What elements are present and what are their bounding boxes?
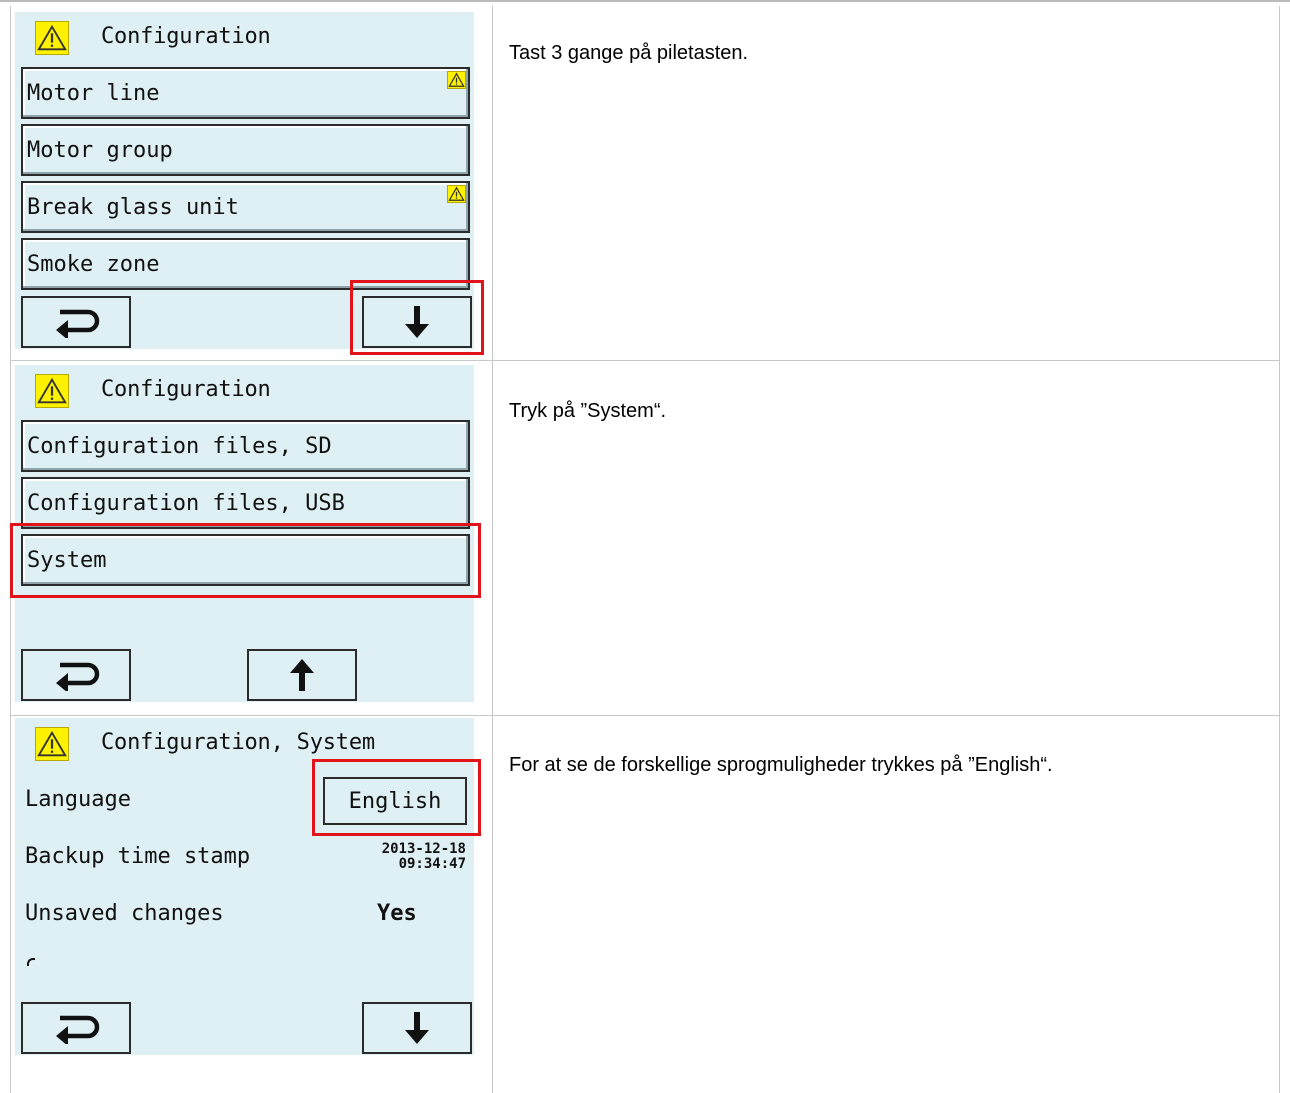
language-label: Language: [25, 787, 131, 812]
warning-icon: [447, 71, 466, 89]
menu-item-system[interactable]: System: [21, 534, 470, 586]
menu-item-label: Motor group: [27, 137, 173, 163]
device-screen-step3: Configuration, System Language English B…: [15, 718, 474, 1055]
language-value: English: [348, 788, 442, 814]
back-button[interactable]: [21, 296, 131, 348]
table-border-right: [1279, 6, 1280, 1093]
menu-item-label: Configuration files, USB: [27, 490, 345, 516]
warning-icon: [35, 21, 69, 55]
menu-item-smoke-zone[interactable]: Smoke zone: [21, 238, 470, 290]
menu-item-label: Motor line: [27, 80, 160, 106]
screen-header: Configuration, System: [15, 718, 474, 770]
backup-date: 2013-12-18: [381, 841, 466, 857]
device-screen-step1: Configuration Motor line Motor group Bre…: [15, 12, 474, 349]
unsaved-changes-value: Yes: [377, 901, 417, 926]
warning-icon: [35, 727, 69, 761]
table-border-left: [10, 6, 11, 1093]
language-button[interactable]: English: [323, 777, 467, 825]
scroll-down-button[interactable]: [362, 296, 472, 348]
menu-item-label: Configuration files, SD: [27, 433, 332, 459]
scroll-indicator-icon: [27, 958, 35, 966]
menu-item-break-glass-unit[interactable]: Break glass unit: [21, 181, 470, 233]
return-arrow-icon: [56, 1015, 100, 1044]
screen-title: Configuration, System: [101, 730, 375, 755]
backup-time: 09:34:47: [398, 856, 466, 872]
instruction-text: Tryk på ”System“.: [509, 400, 667, 422]
menu-item-configuration-files-usb[interactable]: Configuration files, USB: [21, 477, 470, 529]
unsaved-changes-label: Unsaved changes: [25, 901, 224, 926]
return-arrow-icon: [56, 309, 100, 338]
back-button[interactable]: [21, 649, 131, 701]
screen-title: Configuration: [101, 377, 271, 402]
backup-time-stamp-label: Backup time stamp: [25, 844, 251, 869]
warning-icon: [35, 374, 69, 408]
instruction-text: Tast 3 gange på piletasten.: [509, 42, 749, 64]
menu-item-motor-line[interactable]: Motor line: [21, 67, 470, 119]
warning-icon: [447, 185, 466, 203]
arrow-up-icon: [290, 659, 314, 691]
return-arrow-icon: [56, 662, 100, 691]
device-screen-step2: Configuration Configuration files, SD Co…: [15, 365, 474, 702]
screen-header: Configuration: [15, 12, 474, 64]
menu-item-label: System: [27, 547, 107, 573]
arrow-down-icon: [405, 306, 429, 338]
table-row-divider: [10, 360, 1280, 361]
menu-item-configuration-files-sd[interactable]: Configuration files, SD: [21, 420, 470, 472]
menu-item-label: Smoke zone: [27, 251, 160, 277]
scroll-up-button[interactable]: [247, 649, 357, 701]
cropped-text-line: [0, 0, 1290, 6]
menu-item-motor-group[interactable]: Motor group: [21, 124, 470, 176]
table-row-divider: [10, 715, 1280, 716]
scroll-down-button[interactable]: [362, 1002, 472, 1054]
back-button[interactable]: [21, 1002, 131, 1054]
screen-title: Configuration: [101, 24, 271, 49]
screen-header: Configuration: [15, 365, 474, 417]
instruction-text: For at se de forskellige sprogmuligheder…: [509, 754, 1053, 776]
menu-item-label: Break glass unit: [27, 194, 239, 220]
backup-time-stamp-value: 2013-12-18 09:34:47: [382, 842, 466, 872]
arrow-down-icon: [405, 1012, 429, 1044]
table-border-middle: [492, 6, 493, 1093]
